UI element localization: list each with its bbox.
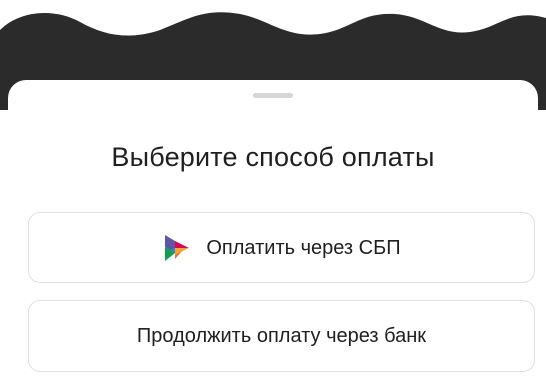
- pay-via-sbp-label: Оплатить через СБП: [206, 236, 401, 259]
- continue-bank-payment-label: Продолжить оплату через банк: [136, 325, 427, 347]
- sheet-drag-handle[interactable]: [253, 93, 293, 98]
- payment-method-screen: Выберите способ оплаты Оплатить через СБ…: [0, 0, 546, 387]
- pay-via-sbp-button[interactable]: Оплатить через СБП: [28, 212, 535, 283]
- continue-bank-payment-button[interactable]: Продолжить оплату через банк: [28, 300, 535, 372]
- sheet-title: Выберите способ оплаты: [111, 142, 435, 172]
- sbp-logo-icon: [165, 234, 190, 261]
